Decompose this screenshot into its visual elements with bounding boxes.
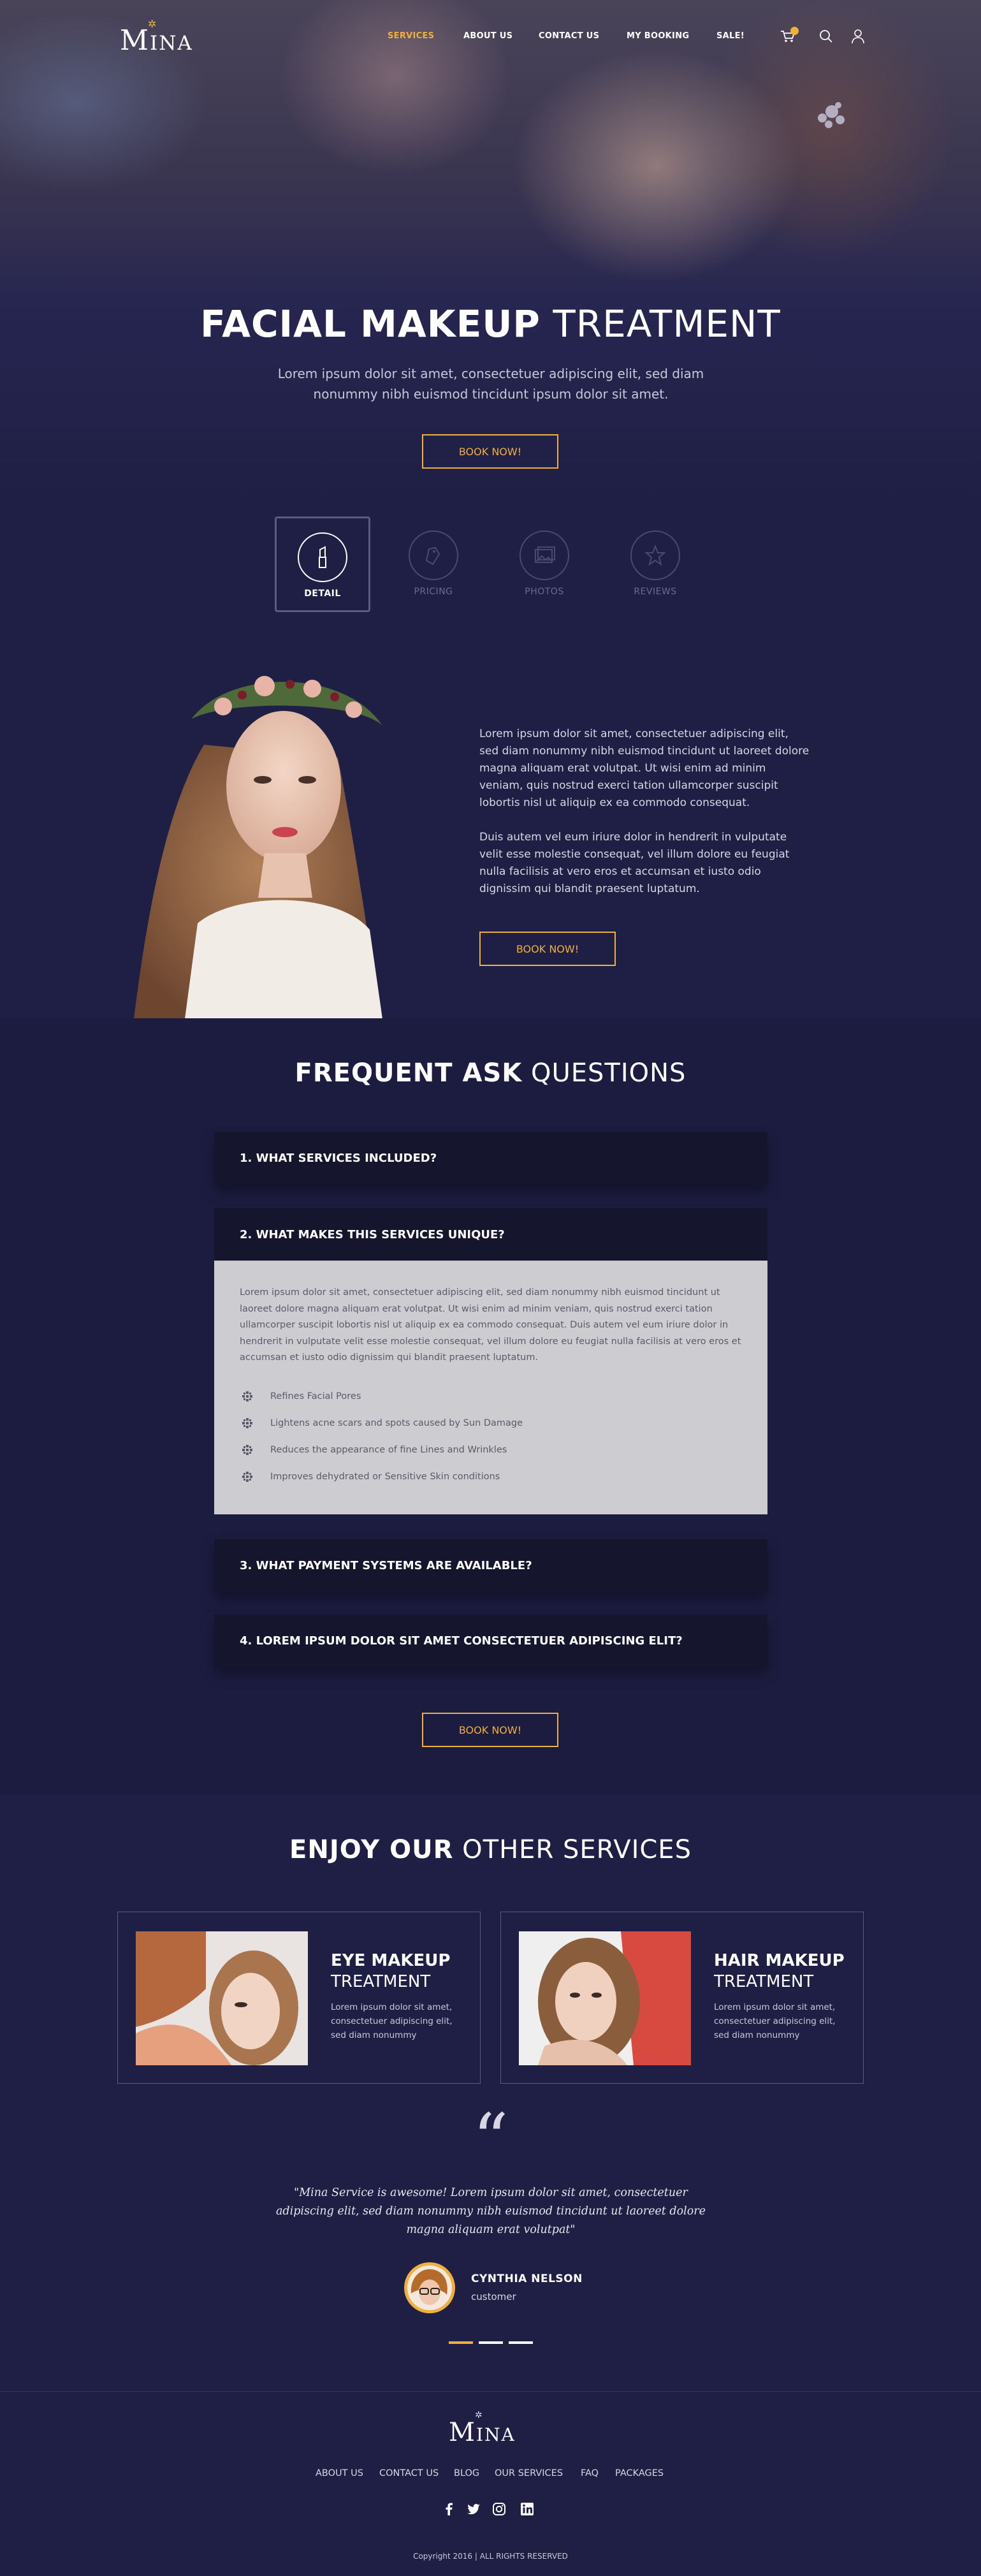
quote-mark-icon: “ <box>472 2098 509 2180</box>
tab-detail-label: DETAIL <box>304 589 341 599</box>
service-card-hair-makeup[interactable]: HAIR MAKEUP TREATMENT Lorem ipsum dolor … <box>500 1912 864 2084</box>
list-item: Reduces the appearance of fine Lines and… <box>240 1437 742 1463</box>
service-title-bold: HAIR MAKEUP <box>714 1951 845 1970</box>
nav-services[interactable]: SERVICES <box>388 31 434 41</box>
nav-contact-us[interactable]: CONTACT US <box>539 31 599 41</box>
tab-reviews-label: REVIEWS <box>634 587 677 597</box>
list-item-text: Reduces the appearance of fine Lines and… <box>270 1444 507 1455</box>
hair-ornament-image <box>818 102 845 128</box>
service-card-eye-makeup[interactable]: EYE MAKEUP TREATMENT Lorem ipsum dolor s… <box>117 1912 481 2084</box>
faq-title-light: QUESTIONS <box>530 1058 687 1088</box>
footer-link-faq[interactable]: FAQ <box>581 2468 599 2478</box>
detail-paragraph-2: Duis autem vel eum iriure dolor in hendr… <box>479 831 790 895</box>
footer-logo-text: Mina <box>449 2418 516 2447</box>
carousel-dot-1[interactable] <box>449 2341 473 2344</box>
hero-book-now-button[interactable]: BOOK NOW! <box>422 434 558 469</box>
list-item: Refines Facial Pores <box>240 1383 742 1410</box>
faq-answer-2: Lorem ipsum dolor sit amet, consectetuer… <box>214 1261 767 1514</box>
faq-book-now-button[interactable]: BOOK NOW! <box>422 1713 558 1747</box>
checkered-bullet-icon <box>242 1391 252 1401</box>
checkered-bullet-icon <box>242 1471 252 1482</box>
tab-pricing-label: PRICING <box>414 587 453 597</box>
service-title-light: TREATMENT <box>714 1972 814 1991</box>
footer-link-about-us[interactable]: ABOUT US <box>316 2468 363 2478</box>
instagram-icon[interactable] <box>492 2502 506 2516</box>
nav-about-us[interactable]: ABOUT US <box>463 31 512 41</box>
faq-question-1[interactable]: 1. WHAT SERVICES INCLUDED? <box>214 1132 767 1184</box>
tab-detail[interactable]: DETAIL <box>275 516 370 612</box>
checkered-bullet-icon <box>242 1417 252 1428</box>
detail-paragraph-1: Lorem ipsum dolor sit amet, consectetuer… <box>479 728 810 809</box>
list-item-text: Refines Facial Pores <box>270 1391 361 1401</box>
tab-reviews-circle <box>630 531 680 580</box>
service-description: Lorem ipsum dolor sit amet, consectetuer… <box>714 2002 836 2040</box>
list-item: Lightens acne scars and spots caused by … <box>240 1410 742 1437</box>
checkered-bullet-icon <box>242 1444 252 1455</box>
hero-title-light: TREATMENT <box>553 302 781 346</box>
footer-link-blog[interactable]: BLOG <box>454 2468 479 2478</box>
faq-question-4[interactable]: 4. LOREM IPSUM DOLOR SIT AMET CONSECTETU… <box>214 1614 767 1667</box>
list-item: Improves dehydrated or Sensitive Skin co… <box>240 1463 742 1490</box>
testimonial-name: CYNTHIA NELSON <box>471 2272 583 2285</box>
tab-detail-circle <box>298 532 347 582</box>
tab-photos-label: PHOTOS <box>525 587 564 597</box>
faq-question-2[interactable]: 2. WHAT MAKES THIS SERVICES UNIQUE? <box>214 1208 767 1261</box>
service-title: HAIR MAKEUP TREATMENT <box>714 1950 845 1993</box>
services-title: ENJOY OUR OTHER SERVICES <box>0 1835 981 1864</box>
facebook-icon[interactable] <box>442 2502 456 2516</box>
model-portrait-image <box>134 676 382 1019</box>
lipstick-icon <box>319 546 326 568</box>
services-title-bold: ENJOY OUR <box>289 1835 454 1864</box>
footer-link-contact-us[interactable]: CONTACT US <box>379 2468 439 2478</box>
tab-reviews[interactable]: REVIEWS <box>607 516 703 612</box>
logo[interactable]: ✲ Mina <box>120 18 209 57</box>
footer-link-our-services[interactable]: OUR SERVICES <box>495 2468 563 2478</box>
star-icon <box>644 545 666 566</box>
faq-answer-text: Lorem ipsum dolor sit amet, consectetuer… <box>240 1287 741 1363</box>
cart-badge <box>790 27 799 35</box>
hero-title-bold: FACIAL MAKEUP <box>200 302 541 346</box>
nav-sale[interactable]: SALE! <box>716 31 745 41</box>
list-item-text: Lightens acne scars and spots caused by … <box>270 1417 523 1428</box>
avatar <box>404 2262 455 2313</box>
tab-photos[interactable]: PHOTOS <box>497 516 592 612</box>
faq-answer-list: Refines Facial Pores Lightens acne scars… <box>240 1383 742 1490</box>
footer-link-packages[interactable]: PACKAGES <box>615 2468 664 2478</box>
search-icon[interactable] <box>818 28 834 45</box>
testimonial-role: customer <box>471 2291 516 2302</box>
linkedin-icon[interactable] <box>520 2502 534 2516</box>
services-title-light: OTHER SERVICES <box>462 1835 692 1864</box>
faq-title-bold: FREQUENT ASK <box>294 1058 523 1088</box>
faq-question-3[interactable]: 3. WHAT PAYMENT SYSTEMS ARE AVAILABLE? <box>214 1539 767 1592</box>
copyright-text: Copyright 2016 | ALL RIGHTS RESERVED <box>413 2552 568 2561</box>
service-title-light: TREATMENT <box>331 1972 431 1991</box>
carousel-dot-2[interactable] <box>479 2341 503 2344</box>
testimonial-text: "Mina Service is awesome! Lorem ipsum do… <box>276 2186 706 2236</box>
tab-photos-circle <box>520 531 569 580</box>
hero-banner <box>0 0 981 504</box>
nav-my-booking[interactable]: MY BOOKING <box>627 31 689 41</box>
twitter-icon[interactable] <box>467 2502 481 2516</box>
tab-pricing[interactable]: PRICING <box>386 516 481 612</box>
photos-icon <box>535 546 555 563</box>
hero-subtitle: Lorem ipsum dolor sit amet, consectetuer… <box>277 366 704 402</box>
footer-logo[interactable]: ✲ Mina <box>446 2410 535 2455</box>
list-item-text: Improves dehydrated or Sensitive Skin co… <box>270 1471 500 1482</box>
hero-title: FACIAL MAKEUP TREATMENT <box>0 302 981 346</box>
service-description: Lorem ipsum dolor sit amet, consectetuer… <box>331 2002 453 2040</box>
price-tag-icon <box>425 546 440 566</box>
logo-text: Mina <box>120 24 193 57</box>
service-title-bold: EYE MAKEUP <box>331 1951 451 1970</box>
user-icon[interactable] <box>850 28 866 45</box>
faq-title: FREQUENT ASK QUESTIONS <box>0 1058 981 1088</box>
hair-makeup-image <box>519 1931 691 2065</box>
service-title: EYE MAKEUP TREATMENT <box>331 1950 450 1993</box>
tab-pricing-circle <box>409 531 458 580</box>
detail-book-now-button[interactable]: BOOK NOW! <box>479 932 616 966</box>
carousel-dot-3[interactable] <box>509 2341 533 2344</box>
eye-makeup-image <box>136 1931 308 2065</box>
